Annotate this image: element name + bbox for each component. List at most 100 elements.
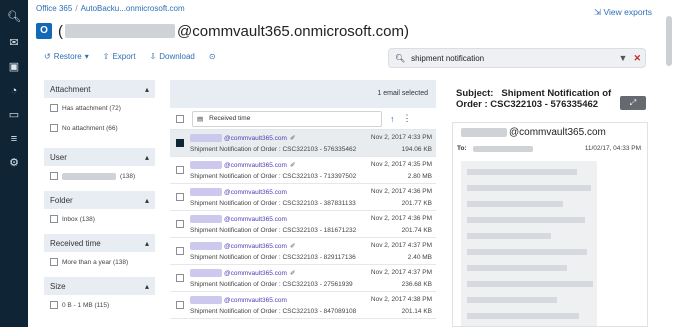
row-checkbox[interactable] xyxy=(176,301,184,309)
select-all-checkbox[interactable] xyxy=(176,114,184,123)
filter-option[interactable]: 0 B - 1 MB (115) xyxy=(44,295,155,315)
chevron-up-icon: ▴ xyxy=(144,238,149,248)
email-row[interactable]: @commvault365.com ✐ Shipment Notification … xyxy=(170,265,436,292)
nav-rail: 🔍︎ ✉ ▣ ◔ ▭ ≡ ⚙ xyxy=(0,0,28,327)
inbox-icon[interactable]: ✉ xyxy=(7,36,21,50)
filter-header-attachment[interactable]: Attachment ▴ xyxy=(44,80,155,98)
filter-panel: Attachment ▴ Has attachment (72) No attac… xyxy=(44,80,155,315)
more-options-icon[interactable]: ⊙ xyxy=(209,52,216,61)
preview-subject: Subject: Shipment Notification of Order … xyxy=(456,88,616,110)
filter-option[interactable]: More than a year (138) xyxy=(44,252,155,272)
preview-sender: @commvault365.com xyxy=(461,127,606,138)
download-icon: ⇩ xyxy=(149,52,157,61)
page-scrollbar[interactable] xyxy=(666,16,672,66)
redacted-user xyxy=(190,188,222,196)
export-button[interactable]: ⇧ Export xyxy=(103,52,136,61)
row-checkbox[interactable] xyxy=(176,220,184,228)
filter-option[interactable]: Has attachment (72) xyxy=(44,98,155,118)
row-checkbox[interactable] xyxy=(176,139,184,147)
filter-title: Folder xyxy=(50,195,73,205)
email-row[interactable]: @commvault365.com Shipment Notification o… xyxy=(170,292,436,319)
download-button[interactable]: ⇩ Download xyxy=(150,52,195,61)
filter-option[interactable]: No attachment (66) xyxy=(44,118,155,138)
export-label: Export xyxy=(112,52,136,61)
breadcrumb-separator: / xyxy=(75,4,78,13)
checkbox[interactable] xyxy=(50,215,58,223)
row-checkbox[interactable] xyxy=(176,166,184,174)
sender-domain: @commvault365.com xyxy=(224,296,287,304)
filter-option[interactable]: Inbox (138) xyxy=(44,209,155,229)
filter-header-size[interactable]: Size ▴ xyxy=(44,277,155,295)
monitor-icon[interactable]: ▭ xyxy=(7,108,21,122)
redacted-user xyxy=(65,24,175,38)
email-size: 2.80 MB xyxy=(407,173,432,180)
search-icon[interactable]: 🔍︎ xyxy=(7,10,21,24)
filter-title: Attachment xyxy=(50,84,91,94)
redacted-user xyxy=(190,242,222,250)
email-list: 1 email selected ▤ Received time ↑ ⋮ @co… xyxy=(170,80,436,327)
checkbox[interactable] xyxy=(50,301,58,309)
export-list-icon: ⇲ xyxy=(593,7,602,17)
redacted-user xyxy=(190,269,222,277)
email-row[interactable]: @commvault365.com ✐ Shipment Notification … xyxy=(170,238,436,265)
email-row[interactable]: @commvault365.com ✐ Shipment Notification … xyxy=(170,130,436,157)
filter-header-user[interactable]: User ▴ xyxy=(44,148,155,166)
redacted-body xyxy=(461,161,597,326)
download-label: Download xyxy=(159,52,195,61)
email-preview: Subject: Shipment Notification of Order … xyxy=(448,80,654,327)
restore-button[interactable]: ↺ Restore ▾ xyxy=(44,52,89,61)
filter-title: Received time xyxy=(50,238,101,248)
view-exports-label: View exports xyxy=(603,7,652,17)
filter-option-label: No attachment (66) xyxy=(62,124,118,132)
email-subject: Shipment Notification of Order : CSC3221… xyxy=(190,254,356,261)
chevron-down-icon: ▾ xyxy=(84,52,89,61)
email-date: Nov 2, 2017 4:37 PM xyxy=(370,269,432,276)
sender-domain: @commvault365.com xyxy=(224,161,287,169)
row-checkbox[interactable] xyxy=(176,247,184,255)
row-checkbox[interactable] xyxy=(176,193,184,201)
row-checkbox[interactable] xyxy=(176,274,184,282)
filter-icon[interactable]: ▼ xyxy=(619,53,628,64)
search-input[interactable]: 🔍︎ shipment notification ▼ ✕ xyxy=(388,48,646,68)
checkbox[interactable] xyxy=(50,104,58,112)
breadcrumb-item-client[interactable]: AutoBacku...onmicrosoft.com xyxy=(81,4,185,13)
email-sender: @commvault365.com ✐ xyxy=(190,134,295,142)
checkbox[interactable] xyxy=(50,258,58,266)
email-sender: @commvault365.com xyxy=(190,296,287,304)
sort-dropdown[interactable]: ▤ Received time xyxy=(192,110,382,127)
sort-bar: ▤ Received time ↑ ⋮ xyxy=(170,108,436,130)
breadcrumb-item-office365[interactable]: Office 365 xyxy=(36,4,72,13)
to-label: To: xyxy=(457,145,467,152)
email-date: Nov 2, 2017 4:35 PM xyxy=(370,161,432,168)
checkbox[interactable] xyxy=(50,172,58,180)
filter-header-folder[interactable]: Folder ▴ xyxy=(44,191,155,209)
redacted-user xyxy=(190,161,222,169)
filter-option[interactable]: (138) xyxy=(44,166,155,186)
sliders-icon[interactable]: ≡ xyxy=(7,132,21,146)
redacted-user xyxy=(190,296,222,304)
email-row[interactable]: @commvault365.com ✐ Shipment Notification … xyxy=(170,157,436,184)
email-sender: @commvault365.com ✐ xyxy=(190,242,295,250)
email-row[interactable]: @commvault365.com Shipment Notification o… xyxy=(170,211,436,238)
subject-label: Subject: xyxy=(456,88,494,99)
view-exports-link[interactable]: ⇲ View exports xyxy=(594,7,652,18)
sort-direction-icon[interactable]: ↑ xyxy=(390,114,395,124)
gauge-icon[interactable]: ◔ xyxy=(7,84,21,98)
clear-icon[interactable]: ✕ xyxy=(633,53,641,64)
filter-option-label: More than a year (138) xyxy=(62,258,129,266)
page-title: O ( @commvault365.onmicrosoft.com) xyxy=(36,18,409,44)
mailbox-title: ( @commvault365.onmicrosoft.com) xyxy=(58,23,409,40)
filter-title: User xyxy=(50,152,67,162)
more-options-icon[interactable]: ⋮ xyxy=(403,113,412,124)
checkbox[interactable] xyxy=(50,124,58,132)
email-row[interactable]: @commvault365.com Shipment Notification o… xyxy=(170,184,436,211)
filter-header-received-time[interactable]: Received time ▴ xyxy=(44,234,155,252)
paperclip-icon: ✐ xyxy=(289,162,296,169)
filter-option-label: Has attachment (72) xyxy=(62,104,121,112)
settings-icon[interactable]: ⚙ xyxy=(7,156,21,170)
sort-label: Received time xyxy=(209,115,251,122)
filter-title: Size xyxy=(50,281,66,291)
briefcase-icon[interactable]: ▣ xyxy=(7,60,21,74)
expand-icon[interactable]: ⤢ xyxy=(620,96,646,110)
export-icon: ⇧ xyxy=(102,52,110,61)
